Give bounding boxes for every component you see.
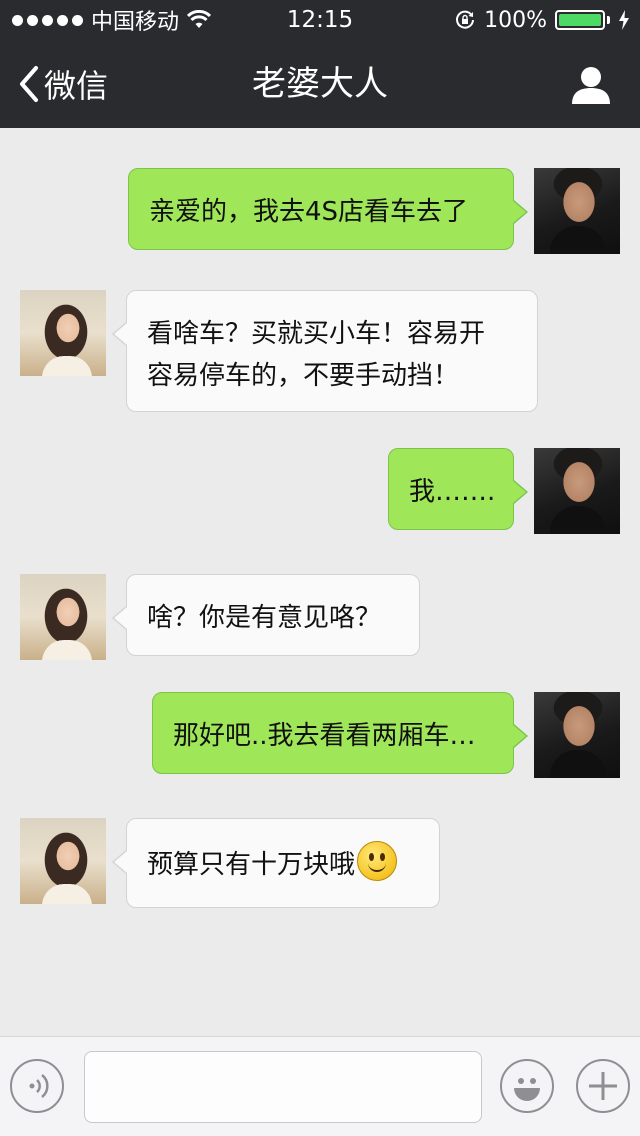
message-list[interactable]: 亲爱的，我去4S店看车去了 看啥车？买就买小车！容易开 容易停车的，不要手动挡！… <box>0 128 640 1036</box>
incoming-bubble[interactable]: 看啥车？买就买小车！容易开 容易停车的，不要手动挡！ <box>112 290 538 412</box>
charging-bolt-icon <box>619 10 629 30</box>
battery-icon <box>555 10 605 30</box>
my-avatar[interactable] <box>534 692 620 778</box>
incoming-bubble[interactable]: 预算只有十万块哦 <box>112 818 440 908</box>
nav-bar: 微信 老婆大人 <box>0 40 640 128</box>
voice-input-button[interactable] <box>10 1059 64 1113</box>
contact-avatar[interactable] <box>20 290 106 376</box>
battery-cap <box>607 16 610 24</box>
emoji-button[interactable] <box>500 1059 554 1113</box>
rotation-lock-icon <box>456 10 475 29</box>
outgoing-bubble[interactable]: 亲爱的，我去4S店看车去了 <box>128 168 528 250</box>
battery-percent: 100% <box>484 7 547 33</box>
message-line: 看啥车？买就买小车！容易开 <box>147 319 486 349</box>
input-bar <box>0 1036 640 1136</box>
message-text: 预算只有十万块哦 <box>147 850 356 880</box>
outgoing-bubble[interactable]: 我……. <box>388 448 528 530</box>
contact-avatar[interactable] <box>20 818 106 904</box>
smiley-face-icon <box>357 841 398 881</box>
contact-avatar[interactable] <box>20 574 106 660</box>
incoming-bubble[interactable]: 啥？你是有意见咯？ <box>112 574 420 656</box>
message-text: 那好吧..我去看看两厢车… <box>173 721 476 751</box>
voice-wave-icon <box>29 1074 49 1098</box>
message-text: 亲爱的，我去4S店看车去了 <box>149 197 469 227</box>
message-line: 容易停车的，不要手动挡！ <box>147 361 460 391</box>
message-input[interactable] <box>84 1051 482 1123</box>
status-bar: 中国移动 12:15 100% <box>0 0 640 40</box>
message-text: 我……. <box>409 477 496 507</box>
chat-title: 老婆大人 <box>252 64 388 104</box>
plus-icon <box>589 1072 617 1100</box>
contact-profile-icon[interactable] <box>570 64 612 106</box>
emoji-face-icon <box>514 1078 540 1101</box>
message-text: 啥？你是有意见咯？ <box>147 603 382 633</box>
my-avatar[interactable] <box>534 168 620 254</box>
my-avatar[interactable] <box>534 448 620 534</box>
more-options-button[interactable] <box>576 1059 630 1113</box>
status-right: 100% <box>454 0 630 40</box>
outgoing-bubble[interactable]: 那好吧..我去看看两厢车… <box>152 692 528 774</box>
